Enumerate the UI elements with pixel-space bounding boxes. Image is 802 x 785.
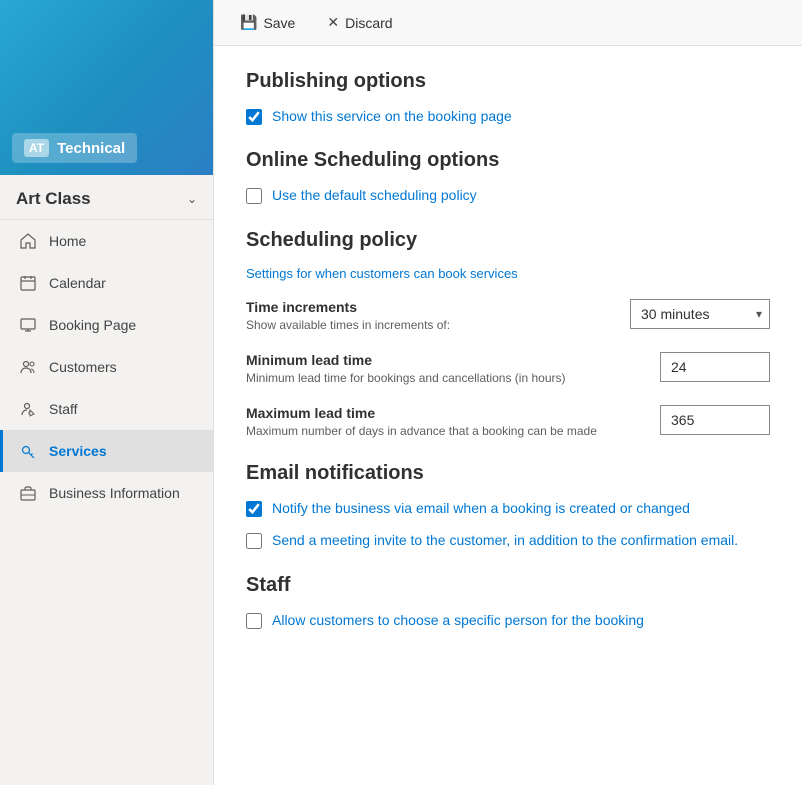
show-service-row: Show this service on the booking page — [246, 107, 770, 127]
content-area: Publishing options Show this service on … — [214, 46, 802, 785]
show-service-checkbox[interactable] — [246, 109, 262, 125]
save-icon: 💾 — [240, 14, 257, 31]
allow-choose-checkbox[interactable] — [246, 613, 262, 629]
use-default-checkbox[interactable] — [246, 188, 262, 204]
allow-choose-label: Allow customers to choose a specific per… — [272, 611, 644, 631]
scheduling-policy-section: Scheduling policy Settings for when cust… — [246, 229, 770, 438]
sidebar-item-business-information[interactable]: Business Information — [0, 472, 213, 514]
notify-business-row: Notify the business via email when a boo… — [246, 499, 770, 519]
maximum-lead-time-label: Maximum lead time — [246, 405, 660, 421]
show-service-label: Show this service on the booking page — [272, 107, 512, 127]
sidebar: AT Technical Art Class ⌄ Home Calendar — [0, 0, 214, 785]
minimum-lead-time-labels: Minimum lead time Minimum lead time for … — [246, 352, 660, 385]
time-increments-control: 30 minutes 15 minutes 45 minutes 60 minu… — [630, 299, 770, 329]
staff-title: Staff — [246, 574, 770, 597]
minimum-lead-time-input[interactable] — [660, 352, 770, 382]
send-invite-row: Send a meeting invite to the customer, i… — [246, 531, 770, 551]
calendar-icon — [19, 274, 37, 292]
briefcase-icon — [19, 484, 37, 502]
home-label: Home — [49, 233, 86, 249]
send-invite-checkbox[interactable] — [246, 533, 262, 549]
allow-choose-row: Allow customers to choose a specific per… — [246, 611, 770, 631]
time-increments-select[interactable]: 30 minutes 15 minutes 45 minutes 60 minu… — [630, 299, 770, 329]
use-default-label: Use the default scheduling policy — [272, 186, 477, 206]
sidebar-title: Art Class — [16, 189, 91, 209]
notify-business-checkbox[interactable] — [246, 501, 262, 517]
save-button[interactable]: 💾 Save — [234, 10, 301, 35]
maximum-lead-time-input[interactable] — [660, 405, 770, 435]
maximum-lead-time-control — [660, 405, 770, 435]
sidebar-item-home[interactable]: Home — [0, 220, 213, 262]
send-invite-label: Send a meeting invite to the customer, i… — [272, 531, 738, 551]
business-information-label: Business Information — [49, 485, 180, 501]
maximum-lead-time-labels: Maximum lead time Maximum number of days… — [246, 405, 660, 438]
use-default-row: Use the default scheduling policy — [246, 186, 770, 206]
sidebar-item-customers[interactable]: Customers — [0, 346, 213, 388]
minimum-lead-time-label: Minimum lead time — [246, 352, 660, 368]
policy-description: Settings for when customers can book ser… — [246, 266, 770, 281]
key-icon — [19, 442, 37, 460]
time-increments-row: Time increments Show available times in … — [246, 299, 770, 332]
sidebar-item-staff[interactable]: Staff — [0, 388, 213, 430]
publishing-options-section: Publishing options Show this service on … — [246, 70, 770, 127]
sidebar-item-calendar[interactable]: Calendar — [0, 262, 213, 304]
minimum-lead-time-row: Minimum lead time Minimum lead time for … — [246, 352, 770, 385]
toolbar: 💾 Save ✕ Discard — [214, 0, 802, 46]
time-increments-labels: Time increments Show available times in … — [246, 299, 630, 332]
customers-label: Customers — [49, 359, 117, 375]
sidebar-header: AT Technical — [0, 0, 213, 175]
logo-badge: AT — [24, 139, 49, 157]
publishing-options-title: Publishing options — [246, 70, 770, 93]
logo-text: Technical — [57, 140, 125, 157]
staff-section: Staff Allow customers to choose a specif… — [246, 574, 770, 631]
people-icon — [19, 358, 37, 376]
person-tag-icon — [19, 400, 37, 418]
notify-business-label: Notify the business via email when a boo… — [272, 499, 690, 519]
sidebar-item-services[interactable]: Services — [0, 430, 213, 472]
discard-label: Discard — [345, 15, 392, 31]
minimum-lead-time-sublabel: Minimum lead time for bookings and cance… — [246, 371, 660, 385]
minimum-lead-time-control — [660, 352, 770, 382]
sidebar-item-booking-page[interactable]: Booking Page — [0, 304, 213, 346]
booking-page-label: Booking Page — [49, 317, 136, 333]
sidebar-logo: AT Technical — [12, 133, 137, 163]
online-scheduling-section: Online Scheduling options Use the defaul… — [246, 149, 770, 206]
email-notifications-section: Email notifications Notify the business … — [246, 462, 770, 550]
discard-icon: ✕ — [327, 14, 339, 31]
sidebar-title-row[interactable]: Art Class ⌄ — [0, 175, 213, 220]
calendar-label: Calendar — [49, 275, 106, 291]
online-scheduling-title: Online Scheduling options — [246, 149, 770, 172]
scheduling-policy-title: Scheduling policy — [246, 229, 770, 252]
staff-label: Staff — [49, 401, 78, 417]
time-increments-label: Time increments — [246, 299, 630, 315]
time-increments-select-wrapper: 30 minutes 15 minutes 45 minutes 60 minu… — [630, 299, 770, 329]
services-label: Services — [49, 443, 107, 459]
chevron-down-icon: ⌄ — [187, 192, 197, 206]
maximum-lead-time-row: Maximum lead time Maximum number of days… — [246, 405, 770, 438]
email-notifications-title: Email notifications — [246, 462, 770, 485]
discard-button[interactable]: ✕ Discard — [321, 10, 398, 35]
time-increments-sublabel: Show available times in increments of: — [246, 318, 630, 332]
main-content: 💾 Save ✕ Discard Publishing options Show… — [214, 0, 802, 785]
monitor-icon — [19, 316, 37, 334]
maximum-lead-time-sublabel: Maximum number of days in advance that a… — [246, 424, 660, 438]
home-icon — [19, 232, 37, 250]
save-label: Save — [263, 15, 295, 31]
